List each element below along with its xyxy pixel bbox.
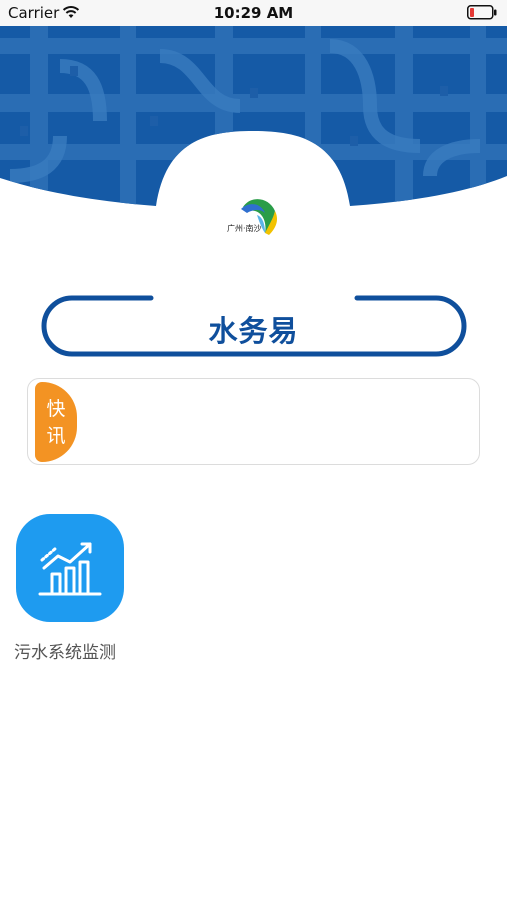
- app-title: 水务易: [208, 314, 299, 348]
- sewage-monitoring-label[interactable]: 污水系统监测: [14, 638, 116, 663]
- chart-growth-icon: [38, 542, 102, 596]
- status-bar: Carrier 10:29 AM: [0, 0, 507, 26]
- battery-low-icon: [467, 5, 497, 20]
- nansha-logo: 广州·南沙: [221, 193, 285, 239]
- sewage-monitoring-button[interactable]: [16, 514, 124, 622]
- clock: 10:29 AM: [213, 4, 294, 22]
- news-card[interactable]: [27, 378, 480, 465]
- news-tag-label: 快讯: [46, 398, 66, 447]
- logo-text: 广州·南沙: [227, 224, 262, 233]
